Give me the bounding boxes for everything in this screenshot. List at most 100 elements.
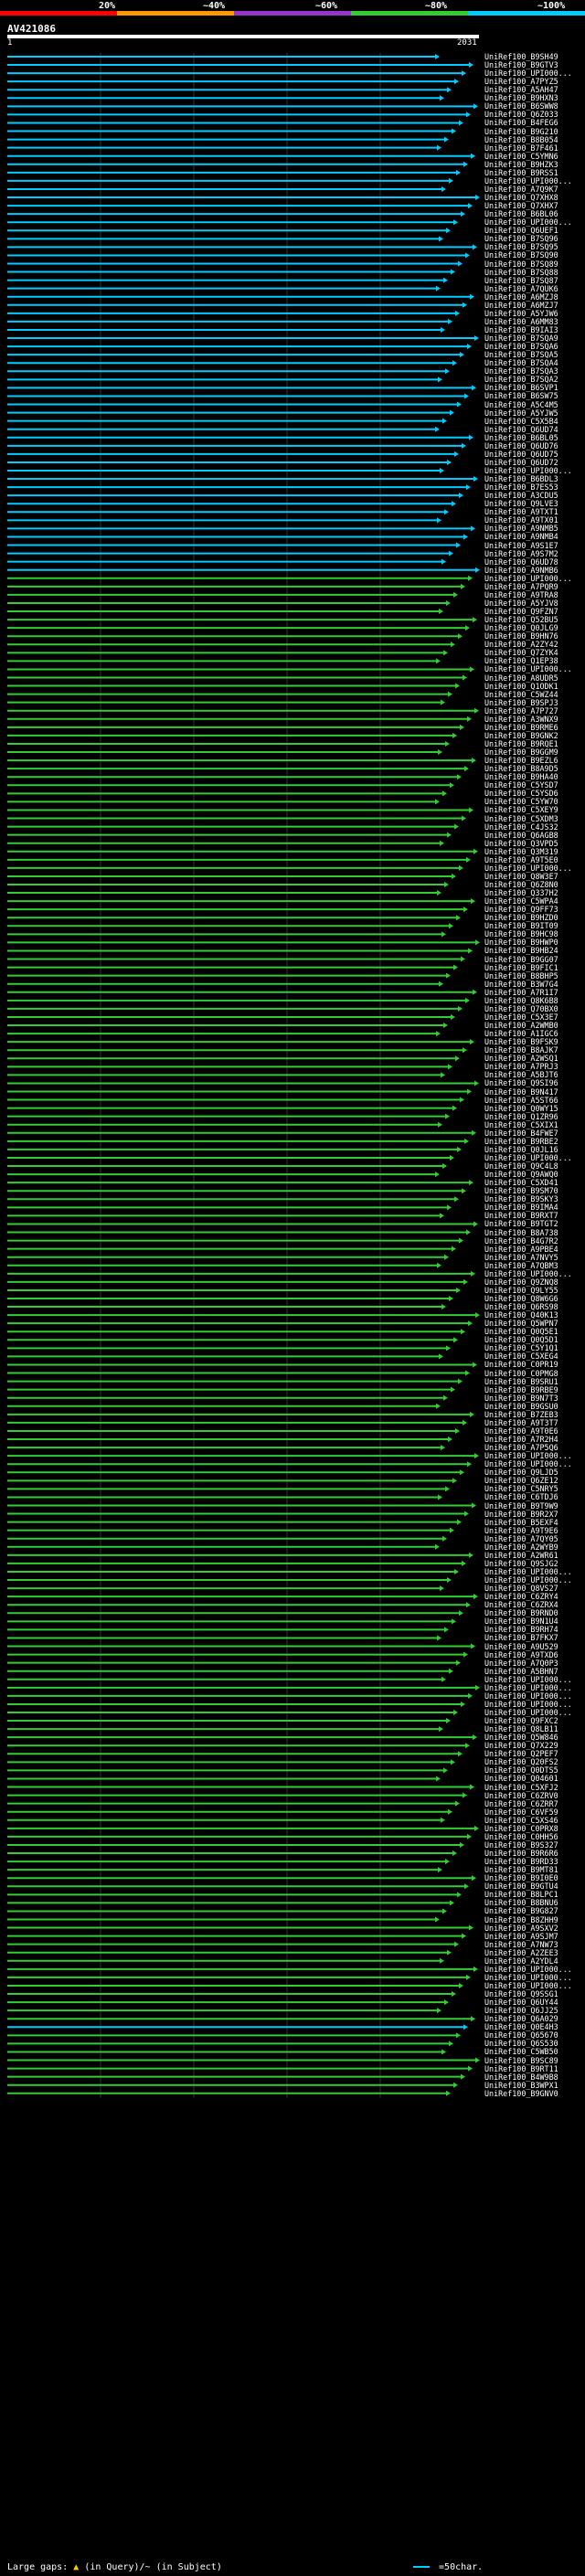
hit-arrow-icon: [453, 964, 458, 970]
hit-arrow-icon: [455, 1055, 460, 1062]
hit-arrow-icon: [456, 1287, 461, 1293]
hit-arrow-icon: [463, 534, 468, 540]
hit-arrow-icon: [448, 1436, 452, 1443]
hit-arrow-icon: [445, 740, 450, 747]
hit-arrow-icon: [436, 285, 441, 292]
hit-arrow-icon: [451, 1386, 455, 1393]
hit-label[interactable]: UniRef100_B9GNV0: [484, 2089, 558, 2098]
hit-arrow-icon: [439, 981, 443, 987]
hit-arrow-icon: [437, 517, 441, 524]
hit-arrow-icon: [449, 1296, 453, 1301]
hit-arrow-icon: [472, 1129, 476, 1136]
hit-arrow-icon: [462, 1560, 466, 1566]
hit-arrow-icon: [473, 989, 477, 995]
hit-arrow-icon: [443, 1023, 448, 1029]
large-gaps-label: Large gaps:: [7, 2562, 69, 2572]
hit-arrow-icon: [462, 70, 466, 77]
hit-arrow-icon: [455, 310, 460, 316]
hit-arrow-icon: [452, 1246, 456, 1252]
hit-arrow-icon: [450, 1527, 454, 1533]
hit-arrow-icon: [455, 683, 460, 689]
hit-arrow-icon: [463, 1419, 467, 1426]
hit-arrow-icon: [447, 459, 452, 465]
hit-arrow-icon: [470, 293, 474, 300]
hit-arrow-icon: [475, 1684, 480, 1691]
hit-arrow-icon: [442, 790, 447, 797]
hit-arrow-icon: [443, 1394, 448, 1401]
hit-arrow-icon: [468, 948, 473, 954]
hit-arrow-icon: [472, 1875, 476, 1882]
hit-arrow-icon: [435, 426, 440, 432]
hit-arrow-icon: [473, 617, 477, 623]
hit-arrow-icon: [452, 1850, 457, 1857]
hit-arrow-icon: [460, 352, 464, 358]
hit-arrow-icon: [454, 451, 459, 457]
hit-arrow-icon: [452, 732, 457, 738]
hit-arrow-icon: [453, 591, 458, 598]
hit-arrow-icon: [459, 864, 463, 871]
hit-arrow-icon: [454, 823, 459, 830]
hit-arrow-icon: [456, 169, 461, 175]
hit-arrow-icon: [456, 1659, 461, 1666]
hit-arrow-icon: [455, 1427, 460, 1434]
hit-arrow-icon: [468, 1320, 473, 1327]
hit-arrow-icon: [439, 236, 443, 242]
hit-arrow-icon: [466, 1229, 471, 1235]
hit-arrow-icon: [440, 840, 444, 846]
hit-arrow-icon: [451, 641, 455, 648]
hit-arrow-icon: [464, 1138, 469, 1144]
hit-arrow-icon: [435, 1916, 440, 1923]
hit-arrow-icon: [441, 1072, 445, 1078]
hit-arrow-icon: [475, 939, 480, 946]
hit-arrow-icon: [447, 1577, 452, 1584]
hit-arrow-icon: [452, 360, 457, 366]
hit-arrow-icon: [465, 1743, 470, 1749]
hit-arrow-icon: [439, 1353, 443, 1360]
hit-arrow-icon: [453, 2082, 458, 2088]
hit-arrow-icon: [461, 2073, 465, 2080]
hit-arrow-icon: [437, 1635, 441, 1641]
hit-arrow-icon: [469, 1552, 473, 1558]
hit-arrow-icon: [439, 1726, 443, 1733]
hit-arrow-icon: [463, 2024, 468, 2030]
hit-arrow-icon: [468, 203, 473, 209]
hit-arrow-icon: [452, 1478, 457, 1484]
hit-arrow-icon: [474, 335, 479, 342]
hit-arrow-icon: [460, 1469, 464, 1476]
hit-arrow-icon: [443, 277, 448, 283]
hit-arrow-icon: [458, 1751, 463, 1757]
hit-arrow-icon: [470, 666, 474, 673]
hit-arrow-icon: [453, 1710, 458, 1715]
hit-arrow-icon: [441, 1817, 445, 1823]
hit-arrow-icon: [468, 1692, 473, 1699]
hit-arrow-icon: [475, 2057, 480, 2063]
hit-arrow-icon: [447, 832, 452, 838]
hit-arrow-icon: [449, 177, 453, 184]
hit-arrow-icon: [446, 1718, 451, 1724]
hit-arrow-icon: [464, 393, 469, 399]
gap-marker-icon: ▲: [73, 2562, 80, 2572]
hit-arrow-icon: [474, 1825, 479, 1831]
hit-arrow-icon: [448, 1808, 452, 1815]
hit-arrow-icon: [441, 326, 445, 333]
hit-arrow-icon: [467, 1088, 472, 1095]
hit-arrow-icon: [462, 1933, 466, 1939]
hit-arrow-icon: [472, 1502, 476, 1509]
hit-arrow-icon: [458, 1378, 463, 1384]
hit-arrow-icon: [467, 716, 472, 722]
hit-arrow-icon: [449, 2041, 453, 2047]
hit-arrow-icon: [475, 567, 480, 573]
hit-arrow-icon: [463, 906, 468, 913]
hit-arrow-icon: [473, 476, 478, 482]
hit-arrow-icon: [461, 1701, 465, 1707]
hit-arrow-icon: [441, 1676, 446, 1682]
hit-arrow-icon: [462, 442, 466, 449]
hit-arrow-icon: [457, 1892, 462, 1898]
hit-arrow-icon: [444, 1254, 449, 1260]
hit-arrow-icon: [459, 120, 463, 126]
hit-arrow-icon: [450, 782, 454, 789]
hit-arrow-icon: [442, 418, 447, 424]
hit-arrow-icon: [445, 1859, 450, 1865]
hit-arrow-icon: [466, 1974, 471, 1980]
hit-arrow-icon: [460, 724, 464, 730]
